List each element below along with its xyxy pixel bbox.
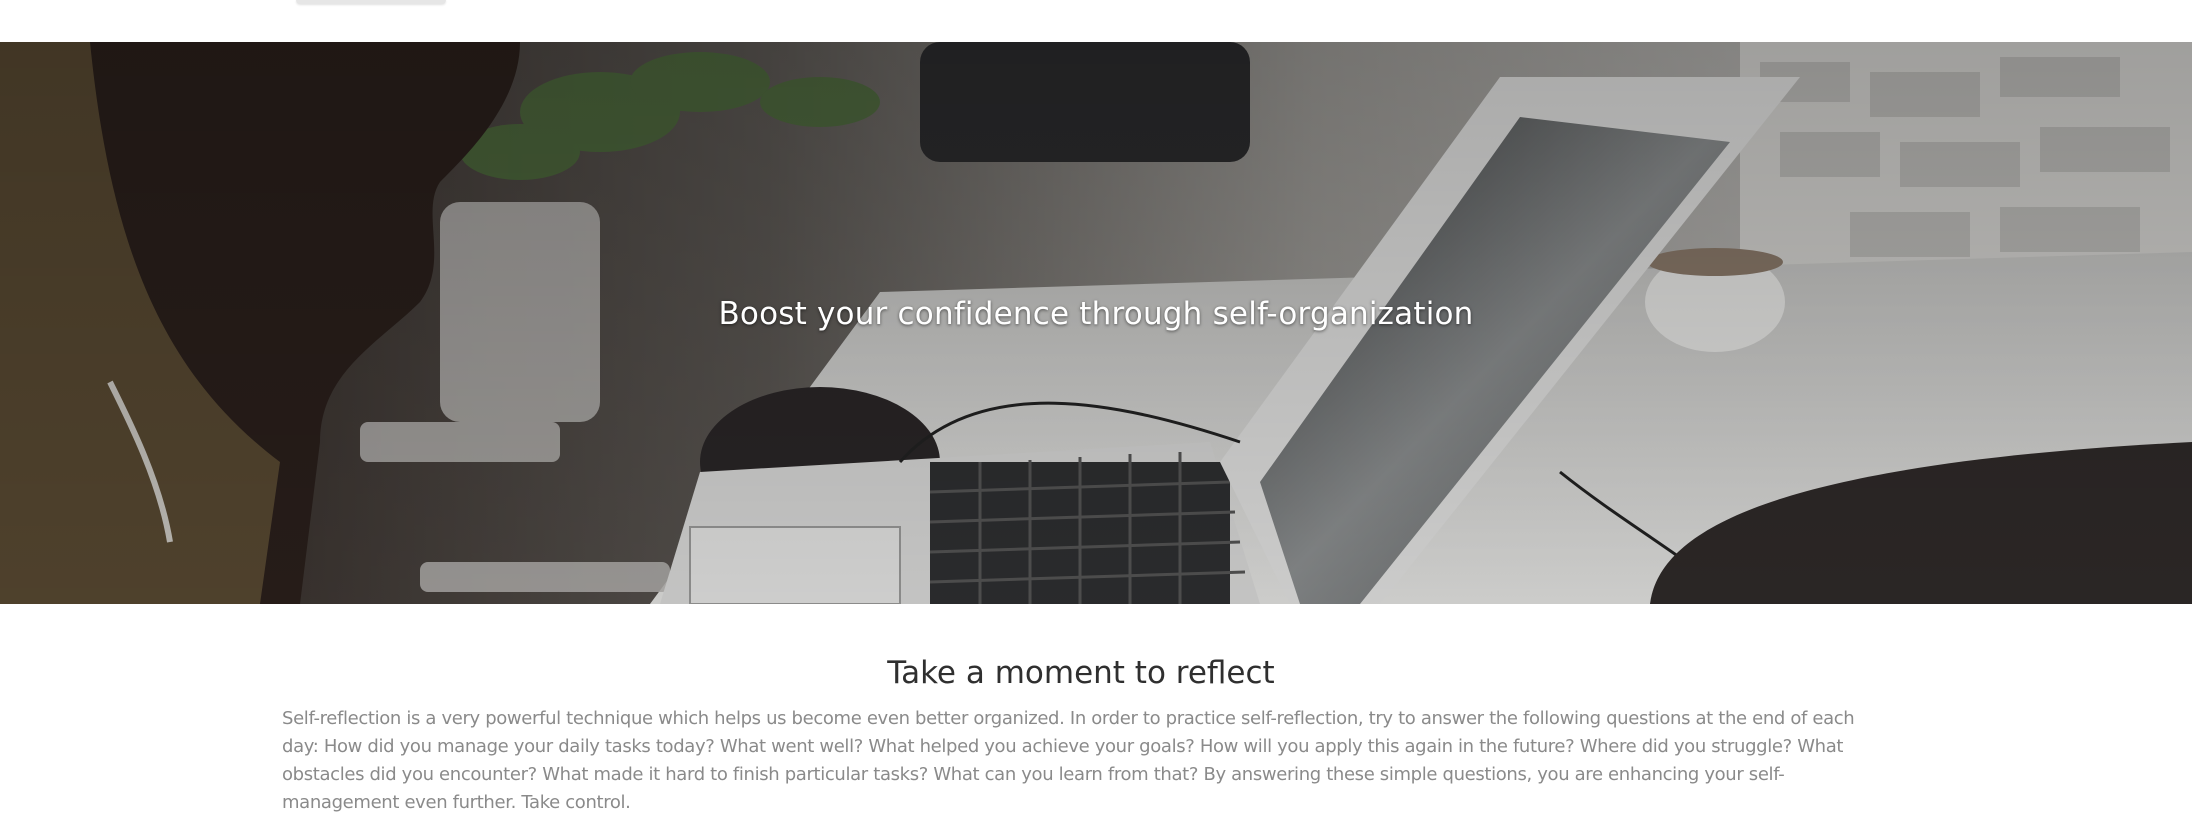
hero-banner: Boost your confidence through self-organ… <box>0 42 2192 604</box>
section-heading: Take a moment to reflect <box>887 655 1275 691</box>
hero-title: Boost your confidence through self-organ… <box>718 296 1474 332</box>
section-body-text: Self-reflection is a very powerful techn… <box>282 708 1855 813</box>
page: Boost your confidence through self-organ… <box>0 0 2192 829</box>
reflect-section: Take a moment to reflect Self-reflection… <box>282 655 1880 817</box>
top-bar <box>0 0 2192 42</box>
top-button[interactable] <box>296 0 446 4</box>
